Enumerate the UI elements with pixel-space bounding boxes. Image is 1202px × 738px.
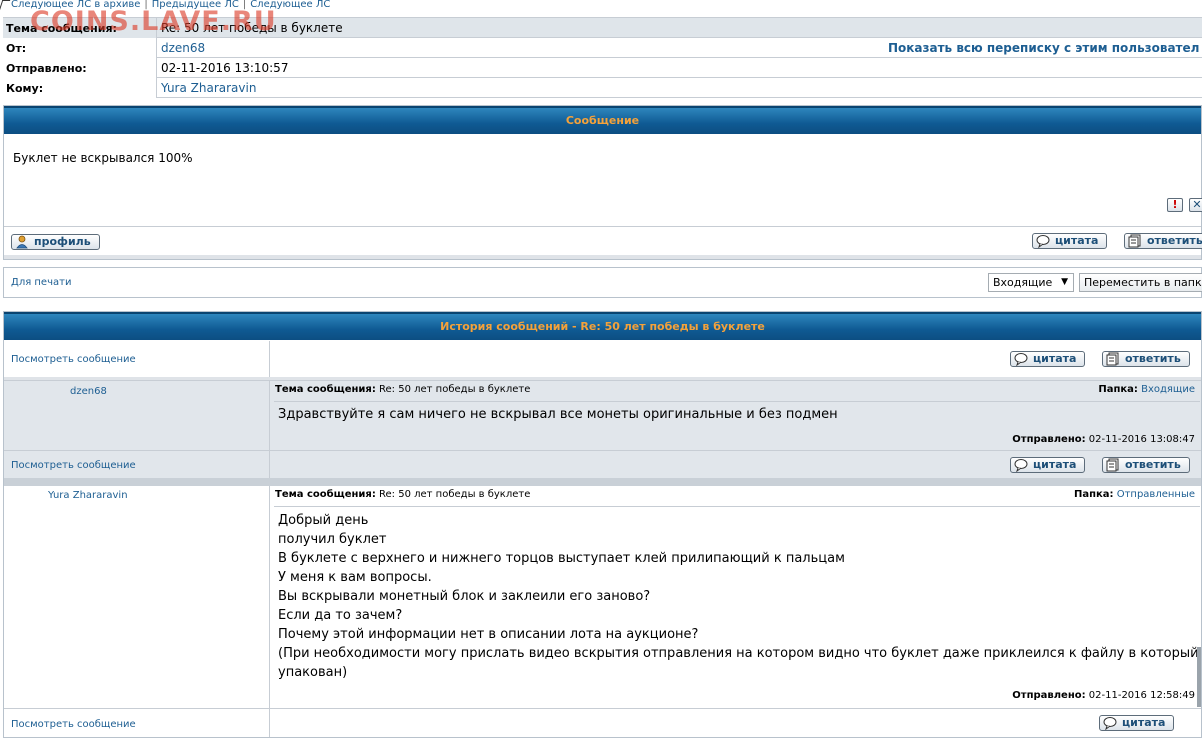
site-watermark: COINS.LAVE.RU (30, 6, 277, 37)
message-divider (4, 226, 1201, 227)
post-author-cell (4, 381, 270, 451)
user-icon (16, 235, 28, 249)
history-quote-button[interactable]: цитата (1099, 715, 1175, 731)
post-subject: Тема сообщения: Re: 50 лет победы в букл… (275, 489, 530, 500)
history-post: Yura Zhararavin Тема сообщения: Re: 50 л… (4, 486, 1201, 708)
history-quote-label: цитата (1033, 352, 1077, 365)
reply-icon (1106, 458, 1119, 472)
reply-icon (1128, 234, 1141, 248)
quote-icon (1014, 459, 1028, 472)
chevron-down-icon: ▼ (1061, 277, 1068, 287)
folder-select-value: Входящие (993, 276, 1053, 289)
quote-icon (1036, 235, 1050, 248)
post-subject-value: Re: 50 лет победы в буклете (379, 384, 531, 395)
move-to-folder-button[interactable]: Переместить в папку (1079, 273, 1202, 292)
delete-icon[interactable]: ✕ (1189, 198, 1202, 212)
message-title-bar: Сообщение (4, 106, 1201, 134)
post-author-cell (4, 486, 270, 708)
history-post: dzen68 Тема сообщения: Re: 50 лет победы… (4, 380, 1201, 451)
history-quote-button[interactable]: цитата (1010, 351, 1086, 367)
from-row: От: dzen68 Показать всю переписку с этим… (3, 38, 1202, 58)
sent-value: 02-11-2016 13:10:57 (161, 61, 289, 75)
view-message-link[interactable]: Посмотреть сообщение (11, 354, 136, 365)
history-quote-button[interactable]: цитата (1010, 457, 1086, 473)
message-body: Буклет не вскрывался 100% (13, 151, 193, 165)
to-row: Кому: Yura Zhararavin (3, 78, 1202, 98)
history-action-row: Посмотреть сообщение цитата ответить (4, 450, 1201, 479)
print-link[interactable]: Для печати (11, 277, 71, 288)
post-sent: Отправлено: 02-11-2016 12:58:49 (1012, 690, 1195, 701)
post-author-link[interactable]: dzen68 (70, 386, 107, 397)
post-body-line: Добрый день (278, 513, 369, 528)
history-quote-label: цитата (1033, 458, 1077, 471)
history-reply-label: ответить (1125, 458, 1181, 471)
reply-icon (1106, 352, 1119, 366)
post-body-line: Здравствуйте я сам ничего не вскрывал вс… (278, 407, 838, 422)
show-all-correspondence-link[interactable]: Показать всю переписку с этим пользовате… (888, 41, 1199, 55)
scrollbar-thumb[interactable] (1197, 647, 1201, 707)
from-user-link[interactable]: dzen68 (161, 41, 205, 55)
profile-button-label: профиль (34, 235, 91, 248)
post-sent-value: 02-11-2016 12:58:49 (1088, 690, 1195, 701)
history-title-bar: История сообщений - Re: 50 лет победы в … (4, 312, 1201, 340)
history-action-row: Посмотреть сообщение цитата (4, 708, 1201, 737)
quote-icon (1014, 353, 1028, 366)
from-label: От: (3, 38, 157, 58)
post-subject-label: Тема сообщения: (275, 489, 376, 500)
post-folder: Папка: Входящие (1098, 384, 1195, 395)
post-body-line: Вы вскрывали монетный блок и заклеили ег… (278, 589, 651, 604)
history-reply-button[interactable]: ответить (1102, 351, 1190, 367)
quote-button[interactable]: цитата (1032, 233, 1108, 249)
post-folder-label: Папка: (1073, 489, 1114, 500)
post-header-divider (274, 506, 1200, 507)
post-sent-label: Отправлено: (1012, 690, 1086, 701)
post-body-line: Если да то зачем? (278, 608, 403, 623)
history-reply-button[interactable]: ответить (1102, 457, 1190, 473)
history-action-row: Посмотреть сообщение цитата ответить (4, 341, 1201, 377)
post-folder-link[interactable]: Входящие (1141, 384, 1195, 395)
folder-select[interactable]: Входящие ▼ (988, 273, 1074, 292)
actions-bar: Для печати Входящие ▼ Переместить в папк… (3, 267, 1202, 298)
quote-button-label: цитата (1055, 234, 1099, 247)
post-header-divider (274, 401, 1200, 402)
sent-row: Отправлено: 02-11-2016 13:10:57 (3, 58, 1202, 78)
history-reply-label: ответить (1125, 352, 1181, 365)
panel-footer-strip (4, 255, 1201, 259)
to-label: Кому: (3, 78, 157, 98)
post-body-line: У меня к вам вопросы. (278, 570, 432, 585)
post-sent-value: 02-11-2016 13:08:47 (1088, 434, 1195, 445)
reply-button[interactable]: ответить (1124, 233, 1202, 249)
post-folder-label: Папка: (1098, 384, 1138, 395)
history-quote-label: цитата (1122, 716, 1166, 729)
quote-icon (1103, 717, 1117, 730)
message-panel: Сообщение Буклет не вскрывался 100% ! ✕ … (3, 105, 1202, 260)
history-separator (4, 478, 1201, 486)
to-user-link[interactable]: Yura Zhararavin (161, 81, 256, 95)
post-subject-value: Re: 50 лет победы в буклете (379, 489, 531, 500)
post-subject-label: Тема сообщения: (275, 384, 376, 395)
post-subject: Тема сообщения: Re: 50 лет победы в букл… (275, 384, 530, 395)
view-message-link[interactable]: Посмотреть сообщение (11, 460, 136, 471)
post-body-line: В буклете с верхнего и нижнего торцов вы… (278, 551, 845, 566)
post-body-line: получил буклет (278, 532, 387, 547)
post-folder-link[interactable]: Отправленные (1117, 489, 1195, 500)
post-body-line: Почему этой информации нет в описании ло… (278, 627, 699, 642)
post-folder: Папка: Отправленные (1074, 489, 1195, 500)
report-icon[interactable]: ! (1167, 198, 1183, 212)
profile-button[interactable]: профиль (11, 234, 100, 250)
post-author-link[interactable]: Yura Zhararavin (48, 490, 128, 501)
reply-button-label: ответить (1147, 234, 1202, 247)
sent-label: Отправлено: (3, 58, 157, 78)
post-body-line: (При необходимости могу прислать видео в… (278, 646, 1202, 661)
post-body: Добрый день получил буклет В буклете с в… (278, 511, 1202, 682)
message-history-panel: История сообщений - Re: 50 лет победы в … (3, 311, 1202, 738)
post-sent-label: Отправлено: (1012, 434, 1086, 445)
view-message-link[interactable]: Посмотреть сообщение (11, 719, 136, 730)
post-body-line: упакован) (278, 665, 348, 680)
post-sent: Отправлено: 02-11-2016 13:08:47 (1012, 434, 1195, 445)
